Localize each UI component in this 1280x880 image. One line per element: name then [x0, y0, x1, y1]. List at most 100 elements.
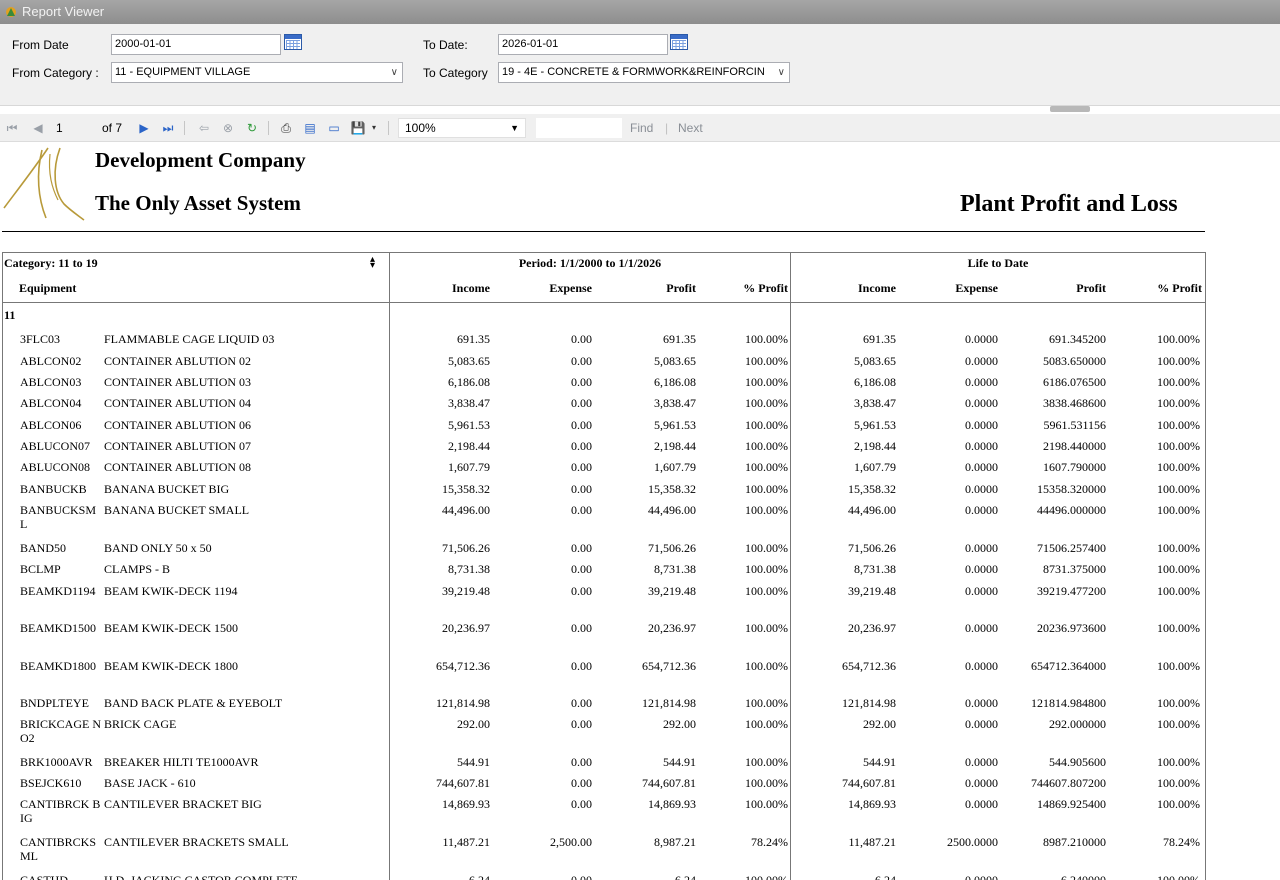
stop-icon[interactable]: ⊗ — [220, 120, 236, 136]
value-cell: 8,731.38 — [654, 562, 696, 576]
value-cell: 8,731.38 — [854, 562, 896, 576]
print-icon[interactable]: ⎙ — [278, 120, 294, 136]
value-cell: 0.00 — [571, 621, 592, 635]
equipment-description: CONTAINER ABLUTION 07 — [104, 439, 252, 453]
value-cell: 6,186.08 — [654, 375, 696, 389]
value-cell: 3838.468600 — [1043, 396, 1106, 410]
value-cell: 100.00% — [745, 354, 788, 368]
back-icon[interactable]: ⇦ — [196, 120, 212, 136]
equipment-description: CONTAINER ABLUTION 06 — [104, 418, 252, 432]
value-cell: 0.00 — [571, 873, 592, 880]
value-cell: 100.00% — [745, 439, 788, 453]
value-cell: 0.0000 — [965, 797, 998, 811]
equipment-code: CANTIBRCKSML — [20, 835, 97, 863]
value-cell: 0.0000 — [965, 354, 998, 368]
value-cell: 20,236.97 — [648, 621, 696, 635]
value-cell: 39,219.48 — [442, 584, 490, 598]
value-cell: 5,961.53 — [854, 418, 896, 432]
value-cell: 39219.477200 — [1037, 584, 1106, 598]
header-row-divider — [2, 302, 1206, 303]
find-button[interactable]: Find — [630, 120, 653, 136]
value-cell: 654712.364000 — [1031, 659, 1106, 673]
value-cell: 100.00% — [1157, 584, 1200, 598]
value-cell: 100.00% — [745, 584, 788, 598]
value-cell: 100.00% — [745, 460, 788, 474]
value-cell: 0.0000 — [965, 621, 998, 635]
equipment-code: BEAMKD1800 — [20, 659, 97, 673]
equipment-description: BAND BACK PLATE & EYEBOLT — [104, 696, 283, 710]
equipment-description: BEAM KWIK-DECK 1800 — [104, 659, 238, 673]
value-cell: 100.00% — [745, 873, 788, 880]
value-cell: 100.00% — [1157, 755, 1200, 769]
value-cell: 20236.973600 — [1037, 621, 1106, 635]
toolbar-separator — [184, 121, 185, 135]
from-category-select[interactable]: 11 - EQUIPMENT VILLAGE ∨ — [111, 62, 403, 83]
value-cell: 100.00% — [1157, 482, 1200, 496]
value-cell: 20,236.97 — [848, 621, 896, 635]
equipment-description: FLAMMABLE CAGE LIQUID 03 — [104, 332, 275, 346]
value-cell: 0.00 — [571, 562, 592, 576]
value-cell: 100.00% — [745, 797, 788, 811]
value-cell: 100.00% — [745, 418, 788, 432]
equipment-code: BEAMKD1194 — [20, 584, 96, 598]
value-cell: 544.91 — [457, 755, 490, 769]
value-cell: 8,987.21 — [654, 835, 696, 849]
value-cell: 39,219.48 — [848, 584, 896, 598]
system-name: The Only Asset System — [95, 191, 301, 215]
equipment-code: CANTIBRCK BIG — [20, 797, 101, 825]
refresh-icon[interactable]: ↻ — [244, 120, 260, 136]
page-count: of 7 — [102, 121, 123, 135]
value-cell: 744,607.81 — [436, 776, 490, 790]
page-setup-icon[interactable]: ▭ — [326, 120, 342, 136]
to-date-input[interactable]: 2026-01-01 — [498, 34, 668, 55]
col-header-ltd-pct-profit: % Profit — [1157, 281, 1202, 295]
window-titlebar: Report Viewer — [0, 0, 1280, 24]
to-category-label: To Category — [423, 66, 488, 80]
value-cell: 100.00% — [745, 396, 788, 410]
export-icon[interactable]: 💾 — [350, 120, 366, 136]
collapse-parameters-button[interactable] — [1050, 106, 1090, 112]
to-date-calendar-icon[interactable] — [670, 34, 688, 50]
app-icon — [6, 7, 16, 17]
value-cell: 0.00 — [571, 503, 592, 517]
next-button[interactable]: Next — [678, 120, 703, 136]
last-page-icon[interactable]: ⏭ — [160, 120, 176, 136]
equipment-header: Equipment — [19, 281, 77, 295]
from-date-calendar-icon[interactable] — [284, 34, 302, 50]
print-layout-icon[interactable]: ▤ — [302, 120, 318, 136]
value-cell: 5,083.65 — [654, 354, 696, 368]
to-date-label: To Date: — [423, 38, 468, 52]
value-cell: 0.0000 — [965, 375, 998, 389]
equipment-code: BSEJCK610 — [20, 776, 82, 790]
value-cell: 5,083.65 — [448, 354, 490, 368]
equipment-code: ABLUCON08 — [20, 460, 91, 474]
value-cell: 0.00 — [571, 396, 592, 410]
export-dropdown-icon[interactable]: ▾ — [366, 120, 382, 136]
previous-page-icon[interactable]: ◀ — [30, 120, 46, 136]
equipment-description: BREAKER HILTI TE1000AVR — [104, 755, 259, 769]
value-cell: 691.35 — [863, 332, 896, 346]
value-cell: 6.24 — [469, 873, 490, 880]
value-cell: 78.24% — [751, 835, 788, 849]
value-cell: 744,607.81 — [642, 776, 696, 790]
first-page-icon[interactable]: ⏮ — [4, 120, 20, 136]
equipment-description: BRICK CAGE — [104, 717, 177, 731]
to-category-select[interactable]: 19 - 4E - CONCRETE & FORMWORK&REINFORCIN… — [498, 62, 790, 83]
value-cell: 100.00% — [745, 696, 788, 710]
life-to-date-header: Life to Date — [967, 256, 1029, 270]
equipment-code: ABLCON06 — [20, 418, 82, 432]
category-header: Category: 11 to 19 — [4, 256, 98, 270]
from-date-input[interactable]: 2000-01-01 — [111, 34, 281, 55]
chevron-down-icon: ∨ — [777, 67, 785, 78]
next-page-icon[interactable]: ▶ — [136, 120, 152, 136]
sort-icon[interactable]: ▴ ▾ — [370, 255, 375, 271]
equipment-code: BCLMP — [20, 562, 61, 576]
value-cell: 0.00 — [571, 717, 592, 731]
find-input[interactable] — [536, 118, 622, 138]
toolbar-separator — [388, 121, 389, 135]
value-cell: 1607.790000 — [1043, 460, 1106, 474]
value-cell: 100.00% — [1157, 776, 1200, 790]
zoom-select[interactable]: 100% ▼ — [398, 118, 526, 138]
current-page-input[interactable]: 1 — [56, 120, 96, 136]
value-cell: 39,219.48 — [648, 584, 696, 598]
